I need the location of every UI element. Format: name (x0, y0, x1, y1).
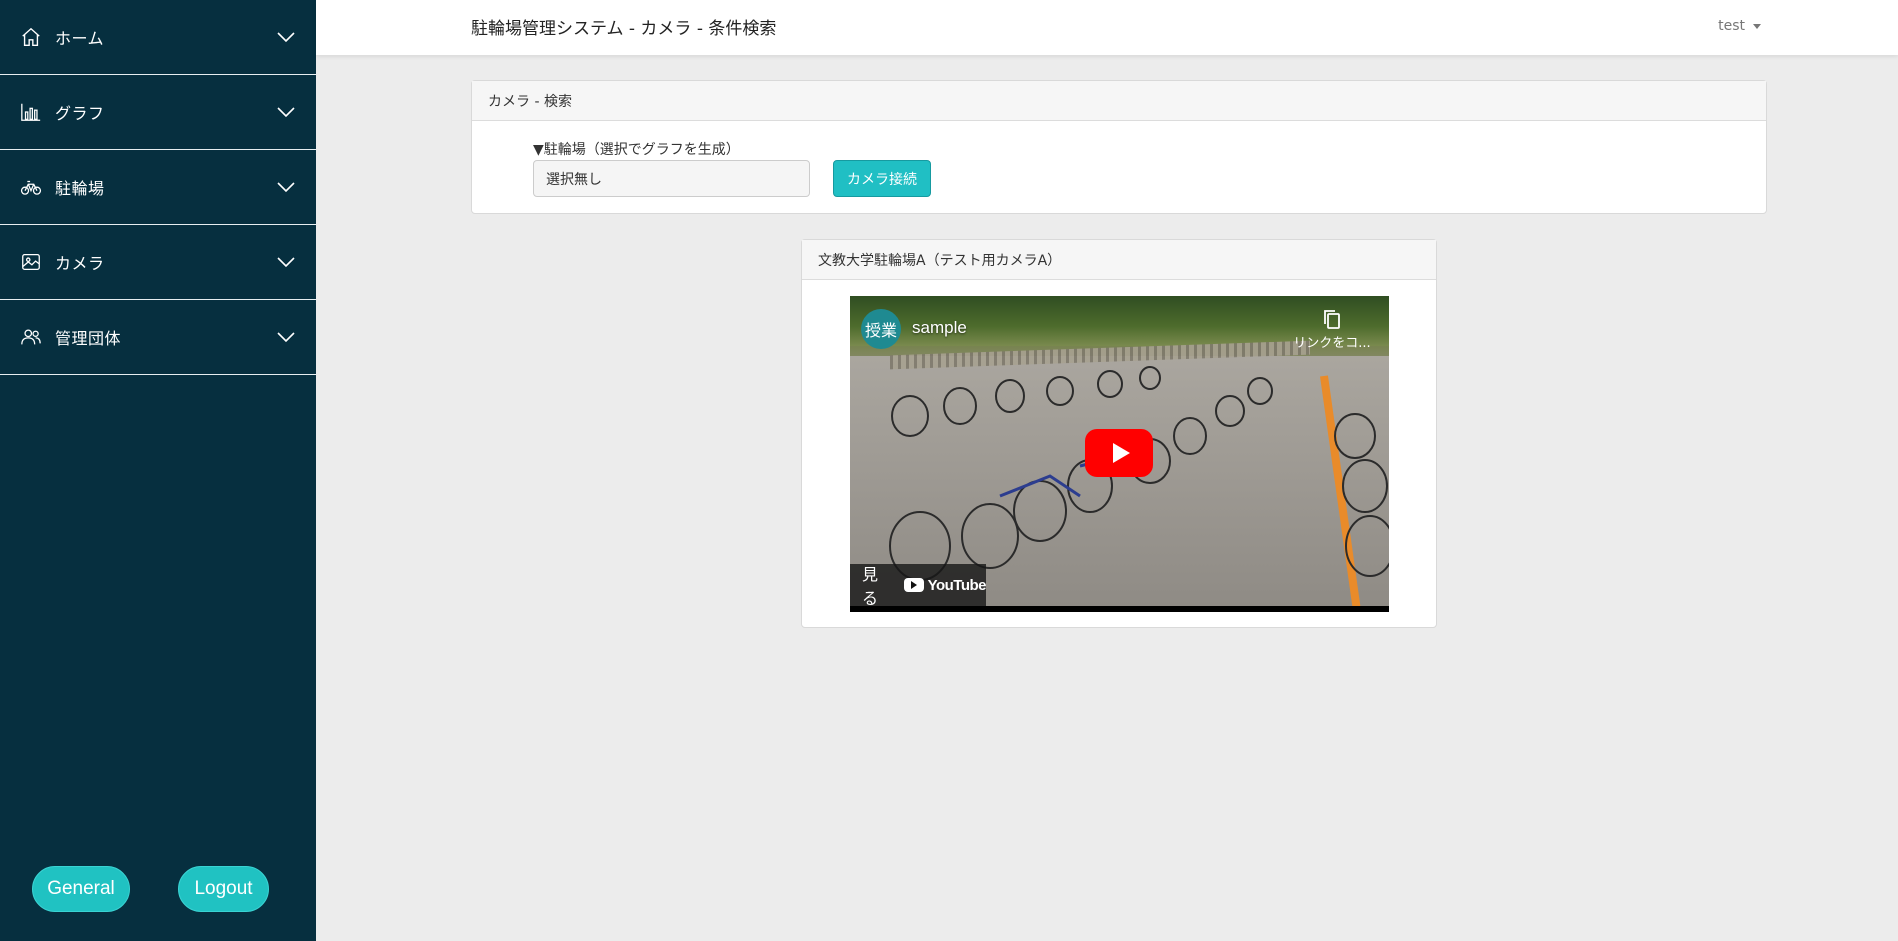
users-icon (20, 326, 42, 348)
bar-chart-icon (20, 101, 42, 123)
chevron-down-icon (276, 327, 296, 347)
user-menu[interactable]: test (1718, 18, 1761, 34)
search-card-header: カメラ - 検索 (472, 81, 1766, 121)
caret-down-icon (1753, 24, 1761, 29)
sidebar-item-home[interactable]: ホーム (0, 0, 316, 75)
chevron-down-icon (276, 177, 296, 197)
video-title[interactable]: sample (912, 318, 967, 338)
image-icon (20, 251, 42, 273)
copy-link-label: リンクをコ... (1293, 336, 1371, 351)
search-card: カメラ - 検索 ▼駐輪場（選択でグラフを生成） 選択無し カメラ接続 (471, 80, 1767, 214)
general-button[interactable]: General (32, 866, 130, 912)
copy-link-button[interactable]: リンクをコ... (1287, 308, 1377, 351)
sidebar-item-graph[interactable]: グラフ (0, 75, 316, 150)
top-bar: 駐輪場管理システム - カメラ - 条件検索 test (316, 0, 1898, 55)
play-button[interactable] (1085, 429, 1153, 477)
sidebar-item-label: ホーム (55, 29, 105, 48)
sidebar-item-parking[interactable]: 駐輪場 (0, 150, 316, 225)
video-player[interactable]: 授業 sample リンクをコ... 見る YouTube (850, 296, 1389, 612)
youtube-logo: YouTube (903, 576, 987, 594)
sidebar: ホーム グラフ 駐輪場 カメラ 管理団体 General Logout (0, 0, 316, 941)
chevron-down-icon (276, 252, 296, 272)
play-icon (1112, 443, 1130, 463)
parking-select-label: ▼駐輪場（選択でグラフを生成） (533, 142, 740, 158)
copy-icon (1324, 310, 1340, 329)
parking-select[interactable]: 選択無し (533, 160, 810, 197)
page-title: 駐輪場管理システム - カメラ - 条件検索 (471, 19, 777, 39)
channel-avatar[interactable]: 授業 (861, 309, 901, 349)
camera-card-header: 文教大学駐輪場A（テスト用カメラA） (802, 240, 1436, 280)
youtube-icon (903, 578, 924, 592)
bicycle-icon (20, 176, 42, 198)
camera-connect-button[interactable]: カメラ接続 (833, 160, 931, 197)
user-name: test (1718, 18, 1745, 34)
sidebar-item-label: グラフ (55, 104, 105, 123)
home-icon (20, 26, 42, 48)
youtube-brand: YouTube (927, 576, 987, 594)
camera-card: 文教大学駐輪場A（テスト用カメラA） 授業 sample リンクをコ... 見る… (801, 239, 1437, 628)
chevron-down-icon (276, 102, 296, 122)
sidebar-item-label: 駐輪場 (55, 179, 105, 198)
sidebar-item-organization[interactable]: 管理団体 (0, 300, 316, 375)
watch-on-youtube-button[interactable]: 見る YouTube (850, 564, 987, 608)
logout-button[interactable]: Logout (178, 866, 269, 912)
chevron-down-icon (276, 27, 296, 47)
sidebar-item-label: 管理団体 (55, 329, 122, 348)
sidebar-item-camera[interactable]: カメラ (0, 225, 316, 300)
watch-label: 見る (862, 565, 879, 608)
sidebar-item-label: カメラ (55, 254, 105, 273)
